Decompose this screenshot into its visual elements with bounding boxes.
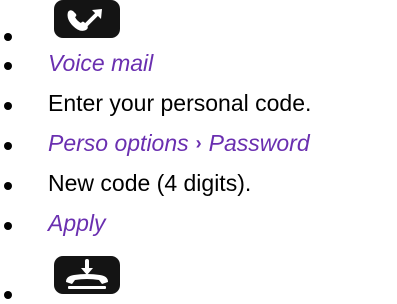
step-4: Perso options › Password [0, 126, 397, 156]
menu-apply[interactable]: Apply [48, 208, 106, 238]
menu-path: Perso options › Password [48, 128, 310, 160]
bullet [4, 222, 12, 230]
menu-perso-options[interactable]: Perso options [48, 130, 189, 156]
step-7 [0, 250, 397, 304]
menu-voice-mail[interactable]: Voice mail [48, 48, 153, 78]
bullet [4, 102, 12, 110]
step-2: Voice mail [0, 46, 397, 76]
instruction-text: New code (4 digits). [48, 170, 252, 196]
bullet [4, 62, 12, 70]
path-separator: › [195, 133, 202, 153]
bullet [4, 182, 12, 190]
bullet [4, 33, 12, 41]
step-6: Apply [0, 206, 397, 236]
handsfree-key-icon [54, 0, 120, 38]
step-5: New code (4 digits). [0, 166, 397, 196]
step-3: Enter your personal code. [0, 86, 397, 116]
bullet [4, 291, 12, 299]
menu-password[interactable]: Password [209, 130, 310, 156]
step-1 [0, 0, 397, 41]
bullet [4, 142, 12, 150]
instruction-text: Enter your personal code. [48, 90, 312, 116]
hang-up-key-icon [54, 256, 120, 294]
